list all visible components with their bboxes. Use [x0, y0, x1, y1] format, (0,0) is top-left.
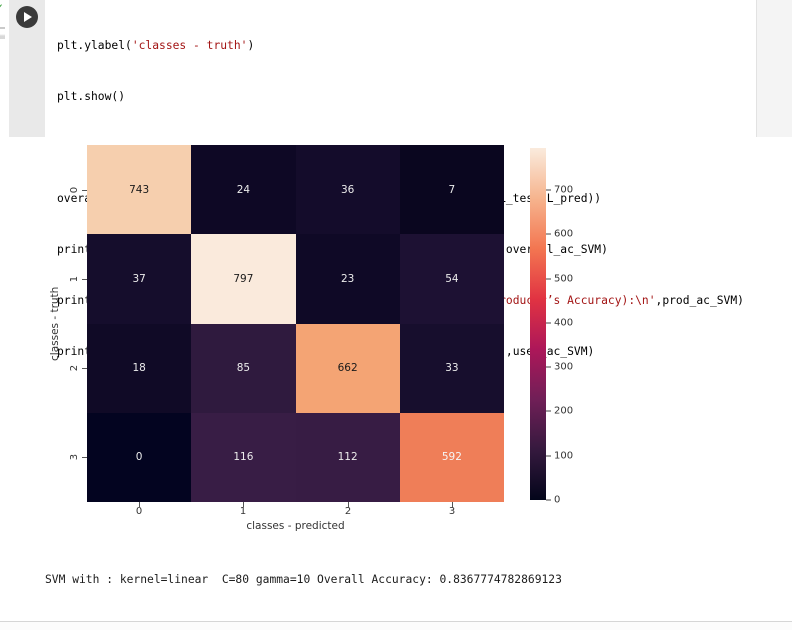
x-axis-label: classes - predicted [87, 520, 504, 532]
colorbar-tick-label: 300 [554, 362, 573, 373]
colorbar-tick: 700 [546, 185, 573, 196]
tick-mark [546, 234, 551, 235]
tick-mark [546, 279, 551, 280]
colorbar-tick: 400 [546, 318, 573, 329]
tick-mark [546, 323, 551, 324]
play-icon [24, 12, 32, 22]
cell-gutter [9, 0, 45, 137]
y-tick-label: 2 [69, 365, 80, 371]
heatmap-cell: 33 [400, 324, 504, 413]
heatmap: 743 24 36 7 37 797 23 54 18 85 662 33 0 … [87, 145, 504, 502]
heatmap-cell: 54 [400, 234, 504, 323]
code-token: plt.show() [57, 90, 125, 103]
colorbar-gradient [530, 148, 546, 500]
code-token: ) [247, 39, 254, 52]
cell-status-margin: ✓ [0, 0, 9, 630]
heatmap-cell: 36 [296, 145, 400, 234]
code-line: plt.show() [57, 88, 744, 105]
stdout-text: SVM with : kernel=linear C=80 gamma=10 O… [45, 537, 576, 630]
tick-mark [546, 367, 551, 368]
code-token: ,user_ac_SVM) [506, 345, 594, 358]
colorbar-tick-label: 400 [554, 318, 573, 329]
colorbar-tick: 600 [546, 229, 573, 240]
colorbar-tick: 300 [546, 362, 573, 373]
heatmap-cell: 23 [296, 234, 400, 323]
exec-meta-fragment [0, 27, 5, 39]
colorbar-tick: 0 [546, 495, 560, 506]
colorbar-tick-label: 500 [554, 274, 573, 285]
heatmap-cell: 7 [400, 145, 504, 234]
heatmap-cell: 116 [191, 413, 295, 502]
x-tick-label: 0 [136, 506, 142, 517]
colorbar-tick: 200 [546, 406, 573, 417]
code-line: plt.ylabel('classes - truth') [57, 37, 744, 54]
tick-mark [546, 190, 551, 191]
x-tick-label: 1 [240, 506, 246, 517]
code-token: plt.ylabel( [57, 39, 132, 52]
notebook-view: ✓ plt.ylabel('classes - truth') plt.show… [0, 0, 792, 630]
run-cell-button[interactable] [16, 6, 38, 28]
tick-mark [546, 500, 551, 501]
cell-success-check-icon: ✓ [0, 1, 4, 15]
x-tick-label: 3 [449, 506, 455, 517]
tick-mark [546, 411, 551, 412]
cell-right-rail [756, 0, 792, 137]
code-cell: plt.ylabel('classes - truth') plt.show()… [9, 0, 756, 137]
code-token: ,overall_ac_SVM) [499, 243, 608, 256]
heatmap-cell: 37 [87, 234, 191, 323]
colorbar-tick-label: 200 [554, 406, 573, 417]
heatmap-cell: 743 [87, 145, 191, 234]
stdout-line: SVM with : kernel=linear C=80 gamma=10 O… [45, 571, 576, 588]
next-cell-gap [0, 622, 792, 630]
tick-mark [546, 456, 551, 457]
heatmap-cell: 112 [296, 413, 400, 502]
heatmap-cell: 0 [87, 413, 191, 502]
colorbar-tick: 500 [546, 274, 573, 285]
colorbar-tick-label: 0 [554, 495, 560, 506]
y-tick-label: 0 [69, 187, 80, 193]
code-token: ,prod_ac_SVM) [656, 294, 744, 307]
colorbar-tick-label: 700 [554, 185, 573, 196]
colorbar-tick: 100 [546, 451, 573, 462]
y-axis-label: classes - truth [48, 145, 62, 502]
heatmap-cell: 592 [400, 413, 504, 502]
colorbar-tick-label: 600 [554, 229, 573, 240]
x-tick-label: 2 [345, 506, 351, 517]
heatmap-cell: 662 [296, 324, 400, 413]
heatmap-cell: 85 [191, 324, 295, 413]
heatmap-cell: 24 [191, 145, 295, 234]
heatmap-cell: 18 [87, 324, 191, 413]
y-tick-label: 3 [69, 454, 80, 460]
code-string: 'classes - truth' [132, 39, 248, 52]
colorbar-tick-label: 100 [554, 451, 573, 462]
y-tick-label: 1 [69, 276, 80, 282]
heatmap-cell: 797 [191, 234, 295, 323]
